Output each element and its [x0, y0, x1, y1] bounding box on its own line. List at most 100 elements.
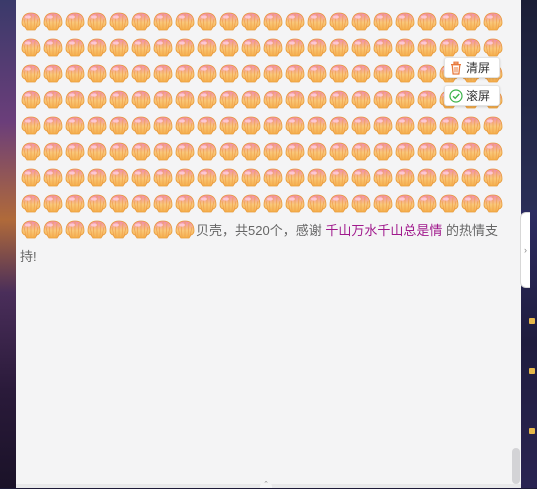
shell-gift-icon: [130, 141, 152, 162]
expand-input-tab[interactable]: ⌃: [260, 481, 272, 488]
shell-gift-icon: [64, 63, 86, 84]
shell-gift-icon: [196, 37, 218, 58]
shell-gift-icon: [240, 37, 262, 58]
shell-gift-icon: [284, 141, 306, 162]
shell-gift-icon: [394, 141, 416, 162]
shell-gift-icon: [460, 167, 482, 188]
shell-gift-icon: [438, 11, 460, 32]
shell-gift-icon: [108, 37, 130, 58]
shell-gift-icon: [152, 219, 174, 240]
shell-gift-icon: [240, 63, 262, 84]
shell-gift-icon: [284, 63, 306, 84]
shell-gift-icon: [482, 141, 504, 162]
shell-gift-icon: [152, 11, 174, 32]
shell-gift-icon: [460, 193, 482, 214]
shell-gift-icon: [64, 193, 86, 214]
shell-gift-icon: [196, 63, 218, 84]
shell-gift-icon: [108, 219, 130, 240]
background-dot: [529, 318, 535, 324]
shell-gift-icon: [42, 167, 64, 188]
shell-gift-icon: [130, 115, 152, 136]
shell-gift-icon: [372, 63, 394, 84]
background-stream-left: [0, 0, 16, 488]
shell-gift-icon: [240, 141, 262, 162]
shell-gift-icon: [42, 193, 64, 214]
message-prefix: 贝壳，共520个，感谢: [196, 223, 322, 238]
shell-gift-icon: [42, 11, 64, 32]
shell-gift-icon: [350, 167, 372, 188]
collapse-panel-tab[interactable]: ›: [520, 212, 530, 288]
shell-gift-icon: [416, 63, 438, 84]
shell-gift-icon: [328, 193, 350, 214]
chat-scrollbar[interactable]: [512, 448, 520, 484]
shell-gift-icon: [196, 89, 218, 110]
chevron-up-icon: ⌃: [263, 481, 269, 488]
check-circle-icon: [449, 88, 463, 103]
shell-gift-icon: [482, 193, 504, 214]
shell-gift-icon: [152, 167, 174, 188]
shell-gift-icon: [262, 63, 284, 84]
clear-screen-button[interactable]: 清屏: [444, 57, 500, 78]
shell-gift-icon: [130, 89, 152, 110]
shell-gift-icon: [152, 115, 174, 136]
shell-gift-icon: [284, 89, 306, 110]
shell-gift-icon: [460, 11, 482, 32]
shell-gift-icon: [20, 11, 42, 32]
shell-gift-icon: [284, 37, 306, 58]
shell-gift-icon: [42, 115, 64, 136]
shell-gift-icon: [152, 37, 174, 58]
shell-gift-icon: [42, 89, 64, 110]
shell-gift-icon: [108, 89, 130, 110]
shell-gift-icon: [240, 115, 262, 136]
background-stream-right-top: [521, 0, 537, 210]
shell-gift-icon: [262, 167, 284, 188]
shell-gift-icon: [416, 167, 438, 188]
background-dot: [529, 368, 535, 374]
shell-gift-icon: [372, 115, 394, 136]
shell-gift-icon: [416, 11, 438, 32]
shell-gift-icon: [218, 37, 240, 58]
shell-gift-icon: [306, 37, 328, 58]
shell-gift-icon: [174, 37, 196, 58]
shell-gift-icon: [64, 11, 86, 32]
shell-gift-icon: [482, 115, 504, 136]
shell-gift-icon: [482, 11, 504, 32]
shell-gift-icons: [20, 12, 504, 240]
shell-gift-icon: [20, 115, 42, 136]
auto-scroll-button[interactable]: 滚屏: [444, 85, 500, 106]
shell-gift-icon: [20, 37, 42, 58]
shell-gift-icon: [416, 37, 438, 58]
shell-gift-icon: [152, 141, 174, 162]
shell-gift-icon: [394, 11, 416, 32]
shell-gift-icon: [284, 193, 306, 214]
shell-gift-icon: [130, 11, 152, 32]
shell-gift-icon: [20, 167, 42, 188]
shell-gift-icon: [86, 167, 108, 188]
shell-gift-icon: [372, 11, 394, 32]
shell-gift-icon: [306, 141, 328, 162]
shell-gift-icon: [42, 141, 64, 162]
shell-gift-icon: [20, 89, 42, 110]
shell-gift-icon: [328, 11, 350, 32]
shell-gift-icon: [196, 167, 218, 188]
shell-gift-icon: [328, 89, 350, 110]
shell-gift-icon: [284, 115, 306, 136]
shell-gift-icon: [438, 167, 460, 188]
shell-gift-icon: [438, 115, 460, 136]
shell-gift-icon: [306, 167, 328, 188]
shell-gift-icon: [196, 141, 218, 162]
shell-gift-icon: [130, 37, 152, 58]
shell-gift-icon: [86, 89, 108, 110]
shell-gift-icon: [394, 193, 416, 214]
shell-gift-icon: [240, 89, 262, 110]
shell-gift-icon: [394, 167, 416, 188]
shell-gift-icon: [130, 63, 152, 84]
shell-gift-icon: [284, 167, 306, 188]
shell-gift-icon: [130, 193, 152, 214]
shell-gift-icon: [262, 11, 284, 32]
shell-gift-icon: [152, 89, 174, 110]
shell-gift-icon: [394, 89, 416, 110]
shell-gift-icon: [328, 167, 350, 188]
sender-name-link[interactable]: 千山万水千山总是情: [325, 223, 442, 238]
shell-gift-icon: [372, 167, 394, 188]
